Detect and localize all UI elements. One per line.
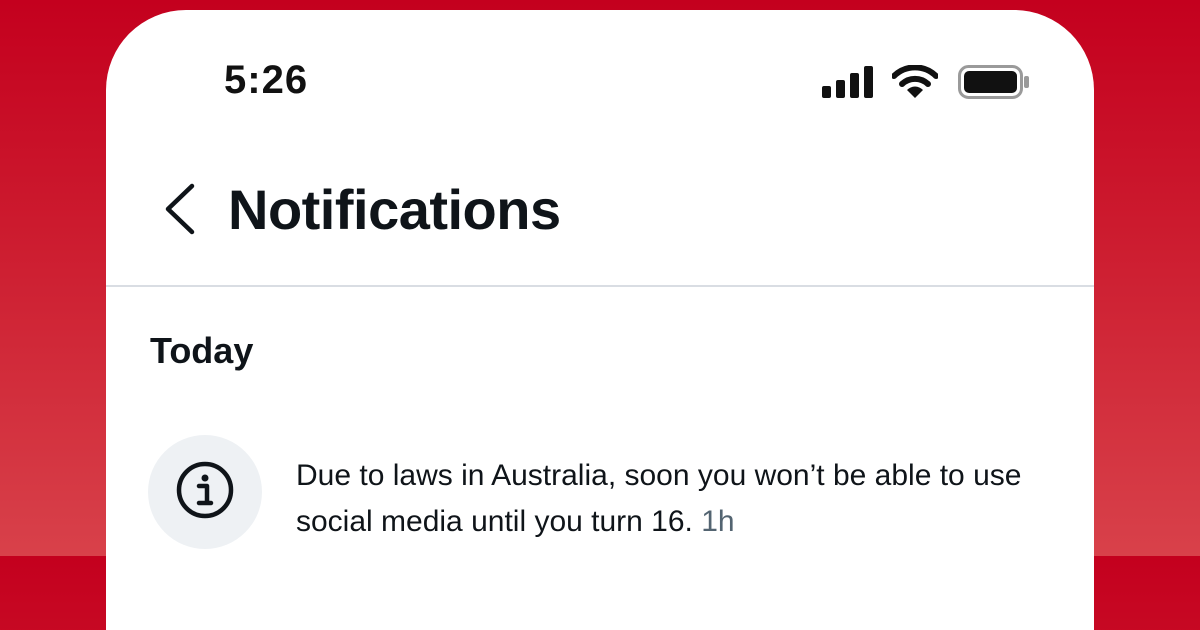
notification-time: 1h	[701, 505, 735, 538]
battery-icon	[958, 64, 1030, 104]
signal-icon	[822, 65, 874, 103]
phone-frame: 5:26 Notifications Today Due to laws in …	[106, 10, 1094, 630]
back-button[interactable]	[154, 181, 204, 241]
info-icon	[175, 460, 235, 525]
chevron-left-icon	[162, 183, 196, 240]
section-header-today: Today	[150, 330, 254, 371]
info-badge	[148, 435, 262, 549]
notification-message: Due to laws in Australia, soon you won’t…	[296, 459, 1022, 538]
wifi-icon	[891, 63, 939, 104]
navigation-bar: Notifications	[106, 165, 1094, 287]
notification-item[interactable]: Due to laws in Australia, soon you won’t…	[146, 435, 1076, 575]
status-icons	[822, 63, 1030, 104]
notification-text-block: Due to laws in Australia, soon you won’t…	[296, 453, 1056, 545]
status-bar: 5:26	[106, 10, 1094, 160]
status-time: 5:26	[224, 58, 309, 102]
page-title: Notifications	[228, 178, 561, 241]
